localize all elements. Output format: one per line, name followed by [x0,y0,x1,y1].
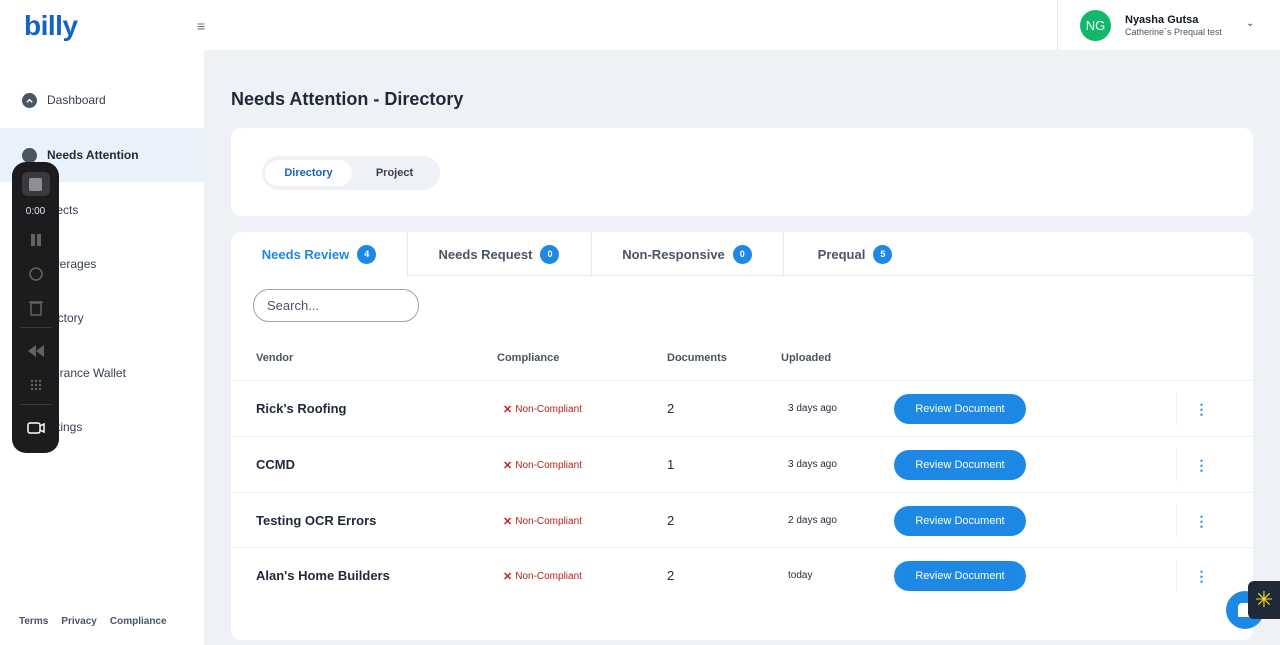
privacy-link[interactable]: Privacy [61,616,97,627]
table-row: Rick's Roofing ✕ Non-Compliant 2 3 days … [231,380,1253,436]
rewind-icon[interactable] [25,340,47,362]
view-segmented-control: Directory Project [262,156,440,190]
vendor-name[interactable]: CCMD [256,457,295,472]
vendor-name[interactable]: Alan's Home Builders [256,568,390,583]
screen-recorder-toolbar: 0:00 [12,162,59,453]
stop-recording-button[interactable] [21,172,50,196]
more-options-icon[interactable]: ⋮ [1176,560,1226,592]
count-badge: 4 [357,244,377,264]
table-row: Alan's Home Builders ✕ Non-Compliant 2 t… [231,547,1253,603]
review-document-button[interactable]: Review Document [894,394,1026,424]
recording-timer: 0:00 [25,206,46,217]
close-icon: ✕ [503,404,513,416]
menu-toggle-icon[interactable]: ≡ [197,18,205,34]
vendor-name[interactable]: Rick's Roofing [256,401,347,416]
document-count: 2 [667,513,675,528]
header-divider [1057,0,1058,50]
vendor-review-card: Needs Review 4 Needs Request 0 Non-Respo… [231,232,1253,640]
compliance-link[interactable]: Compliance [110,616,167,627]
search-input[interactable] [253,289,419,322]
count-badge: 5 [873,244,893,264]
tab-underline [407,275,1253,276]
column-header-compliance[interactable]: Compliance [497,352,559,364]
tab-label: Non-Responsive [622,246,725,262]
sidebar-item-label: Needs Attention [47,148,139,162]
sidebar-item-label: Dashboard [47,93,106,107]
uploaded-time: 3 days ago [788,403,837,414]
compliance-status: ✕ Non-Compliant [503,570,582,583]
close-icon: ✕ [503,460,513,472]
more-options-icon[interactable]: ⋮ [1176,393,1226,425]
top-header [204,0,1280,50]
billy-logo[interactable]: billy [24,10,78,42]
chevron-down-icon[interactable]: ⌄ [1246,18,1254,29]
footer-links: Terms Privacy Compliance [19,616,167,627]
table-row: CCMD ✕ Non-Compliant 1 3 days ago Review… [231,436,1253,492]
terms-link[interactable]: Terms [19,616,48,627]
document-count: 2 [667,568,675,583]
compliance-label: Non-Compliant [515,571,582,582]
pause-icon[interactable] [25,229,47,251]
document-count: 1 [667,457,675,472]
table-row: Testing OCR Errors ✕ Non-Compliant 2 2 d… [231,492,1253,548]
document-count: 2 [667,401,675,416]
more-options-icon[interactable]: ⋮ [1176,505,1226,537]
segment-project[interactable]: Project [352,160,437,186]
toolbar-divider [19,327,52,328]
vendor-name[interactable]: Testing OCR Errors [256,513,376,528]
tab-needs-review[interactable]: Needs Review 4 [231,232,407,276]
tab-non-responsive[interactable]: Non-Responsive 0 [591,232,783,276]
compliance-status: ✕ Non-Compliant [503,459,582,472]
compliance-status: ✕ Non-Compliant [503,515,582,528]
column-header-vendor[interactable]: Vendor [256,352,293,364]
uploaded-time: 3 days ago [788,459,837,470]
dashboard-icon [22,92,37,108]
close-icon: ✕ [503,571,513,583]
column-header-documents[interactable]: Documents [667,352,727,364]
tab-needs-request[interactable]: Needs Request 0 [407,232,591,276]
user-name[interactable]: Nyasha Gutsa [1125,14,1198,26]
more-options-icon[interactable]: ⋮ [1176,449,1226,481]
tab-label: Needs Request [438,246,533,262]
uploaded-time: today [788,570,813,581]
compliance-label: Non-Compliant [515,460,582,471]
review-document-button[interactable]: Review Document [894,506,1026,536]
sparkle-icon[interactable]: ✳ [1248,581,1280,619]
close-icon: ✕ [503,516,513,528]
count-badge: 0 [540,244,560,264]
compliance-label: Non-Compliant [515,404,582,415]
page-title: Needs Attention - Directory [231,89,464,109]
tab-prequal[interactable]: Prequal 5 [783,232,927,276]
toolbar-divider [19,404,52,405]
compliance-status: ✕ Non-Compliant [503,403,582,416]
compliance-label: Non-Compliant [515,516,582,527]
alert-icon [22,147,37,163]
restart-icon[interactable] [25,263,47,285]
segment-directory[interactable]: Directory [265,160,352,186]
grid-icon[interactable] [25,374,47,396]
column-header-uploaded[interactable]: Uploaded [781,352,831,364]
review-document-button[interactable]: Review Document [894,561,1026,591]
user-organization[interactable]: Catherine`s Prequal test [1125,27,1222,37]
camera-icon[interactable] [25,417,47,439]
count-badge: 0 [732,244,752,264]
avatar[interactable]: NG [1080,10,1111,41]
uploaded-time: 2 days ago [788,515,837,526]
tab-label: Prequal [817,246,866,262]
review-document-button[interactable]: Review Document [894,450,1026,480]
tab-label: Needs Review [261,246,350,262]
view-toggle-card: Directory Project [231,128,1253,216]
sidebar-item-dashboard[interactable]: Dashboard [0,73,204,127]
trash-icon[interactable] [25,297,47,319]
